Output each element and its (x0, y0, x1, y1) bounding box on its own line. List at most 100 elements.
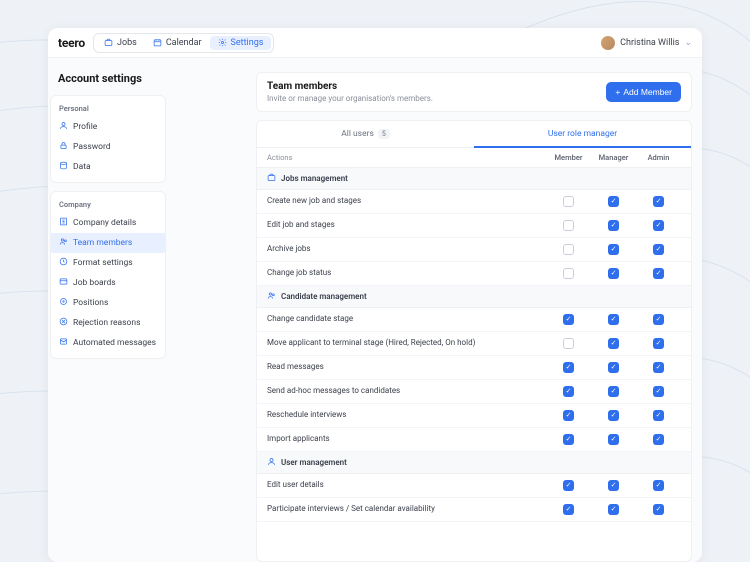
permission-checkbox-member[interactable] (563, 338, 574, 349)
group-title: Jobs management (281, 174, 348, 183)
add-member-label: Add Member (623, 87, 672, 97)
plus-icon: + (615, 87, 620, 97)
permission-checkbox-admin[interactable] (653, 362, 664, 373)
permission-checkbox-admin[interactable] (653, 434, 664, 445)
col-member: Member (546, 153, 591, 162)
group-title: Candidate management (281, 292, 367, 301)
sidebar-icon (59, 121, 68, 133)
permission-group: User management (257, 452, 691, 474)
permission-checkbox-admin[interactable] (653, 504, 664, 515)
sidebar-icon (59, 337, 68, 349)
permission-checkbox-admin[interactable] (653, 386, 664, 397)
sidebar-personal: Personal ProfilePasswordData (50, 95, 166, 183)
permission-label: Edit user details (267, 480, 546, 490)
tab-all-users[interactable]: All users 5 (257, 121, 474, 147)
nav-jobs[interactable]: Jobs (96, 36, 145, 50)
col-actions: Actions (267, 153, 546, 162)
permission-checkbox-member[interactable] (563, 504, 574, 515)
sidebar-item-label: Data (73, 162, 91, 172)
sidebar-item-profile[interactable]: Profile (51, 117, 165, 137)
group-title: User management (281, 458, 347, 467)
sidebar-item-team-members[interactable]: Team members (51, 233, 165, 253)
permission-group: Jobs management (257, 168, 691, 190)
permission-checkbox-member[interactable] (563, 314, 574, 325)
tab-role-manager[interactable]: User role manager (474, 121, 691, 147)
permission-checkbox-manager[interactable] (608, 434, 619, 445)
permission-checkbox-manager[interactable] (608, 196, 619, 207)
permission-label: Send ad-hoc messages to candidates (267, 386, 546, 396)
permission-checkbox-admin[interactable] (653, 314, 664, 325)
nav-jobs-label: Jobs (117, 38, 137, 48)
sidebar-icon (59, 237, 68, 249)
permission-checkbox-member[interactable] (563, 386, 574, 397)
permission-checkbox-member[interactable] (563, 244, 574, 255)
sidebar-item-password[interactable]: Password (51, 137, 165, 157)
permission-checkbox-member[interactable] (563, 196, 574, 207)
sidebar-icon (59, 161, 68, 173)
section-header: Team members Invite or manage your organ… (256, 72, 692, 112)
tab-all-users-count: 5 (378, 129, 390, 139)
permission-checkbox-manager[interactable] (608, 244, 619, 255)
sidebar-item-format-settings[interactable]: Format settings (51, 253, 165, 273)
permission-row: Edit job and stages (257, 214, 691, 238)
permission-checkbox-member[interactable] (563, 410, 574, 421)
permission-checkbox-admin[interactable] (653, 268, 664, 279)
nav-settings[interactable]: Settings (210, 36, 272, 50)
nav-calendar[interactable]: Calendar (145, 36, 210, 50)
permission-checkbox-manager[interactable] (608, 504, 619, 515)
permission-checkbox-member[interactable] (563, 434, 574, 445)
permission-checkbox-manager[interactable] (608, 268, 619, 279)
permission-checkbox-manager[interactable] (608, 338, 619, 349)
avatar (601, 36, 615, 50)
permission-checkbox-member[interactable] (563, 220, 574, 231)
permission-checkbox-manager[interactable] (608, 314, 619, 325)
permission-row: Create new job and stages (257, 190, 691, 214)
sidebar-item-positions[interactable]: Positions (51, 293, 165, 313)
sidebar-icon (59, 317, 68, 329)
sidebar-icon (59, 257, 68, 269)
gear-icon (218, 38, 227, 47)
col-admin: Admin (636, 153, 681, 162)
sidebar-item-rejection-reasons[interactable]: Rejection reasons (51, 313, 165, 333)
brand-logo: teero (58, 36, 85, 50)
sidebar-item-label: Positions (73, 298, 108, 308)
permission-checkbox-member[interactable] (563, 362, 574, 373)
section-subtitle: Invite or manage your organisation's mem… (267, 94, 433, 103)
permission-label: Read messages (267, 362, 546, 372)
group-icon (267, 291, 276, 302)
sidebar-item-data[interactable]: Data (51, 157, 165, 177)
permission-checkbox-admin[interactable] (653, 480, 664, 491)
sidebar-icon (59, 141, 68, 153)
permission-checkbox-member[interactable] (563, 480, 574, 491)
permission-checkbox-admin[interactable] (653, 410, 664, 421)
sidebar-item-automated-messages[interactable]: Automated messages (51, 333, 165, 353)
permission-checkbox-admin[interactable] (653, 244, 664, 255)
group-icon (267, 173, 276, 184)
user-menu[interactable]: Christina Willis ⌄ (601, 36, 692, 50)
permission-label: Reschedule interviews (267, 410, 546, 420)
permission-row: Participate interviews / Set calendar av… (257, 498, 691, 522)
sidebar-item-job-boards[interactable]: Job boards (51, 273, 165, 293)
permission-checkbox-admin[interactable] (653, 220, 664, 231)
add-member-button[interactable]: + Add Member (606, 82, 681, 102)
permission-checkbox-manager[interactable] (608, 386, 619, 397)
nav-calendar-label: Calendar (166, 38, 202, 48)
briefcase-icon (104, 38, 113, 47)
permission-checkbox-manager[interactable] (608, 410, 619, 421)
permission-checkbox-manager[interactable] (608, 480, 619, 491)
permission-checkbox-manager[interactable] (608, 362, 619, 373)
sidebar-item-label: Profile (73, 122, 97, 132)
permission-row: Send ad-hoc messages to candidates (257, 380, 691, 404)
permission-checkbox-admin[interactable] (653, 196, 664, 207)
permission-label: Change candidate stage (267, 314, 546, 324)
permission-label: Move applicant to terminal stage (Hired,… (267, 338, 546, 348)
permission-row: Change job status (257, 262, 691, 286)
permission-checkbox-admin[interactable] (653, 338, 664, 349)
permission-label: Change job status (267, 268, 546, 278)
permission-label: Create new job and stages (267, 196, 546, 206)
sidebar-icon (59, 277, 68, 289)
sidebar-item-company-details[interactable]: Company details (51, 213, 165, 233)
permission-checkbox-manager[interactable] (608, 220, 619, 231)
sidebar-item-label: Team members (73, 238, 132, 248)
permission-checkbox-member[interactable] (563, 268, 574, 279)
